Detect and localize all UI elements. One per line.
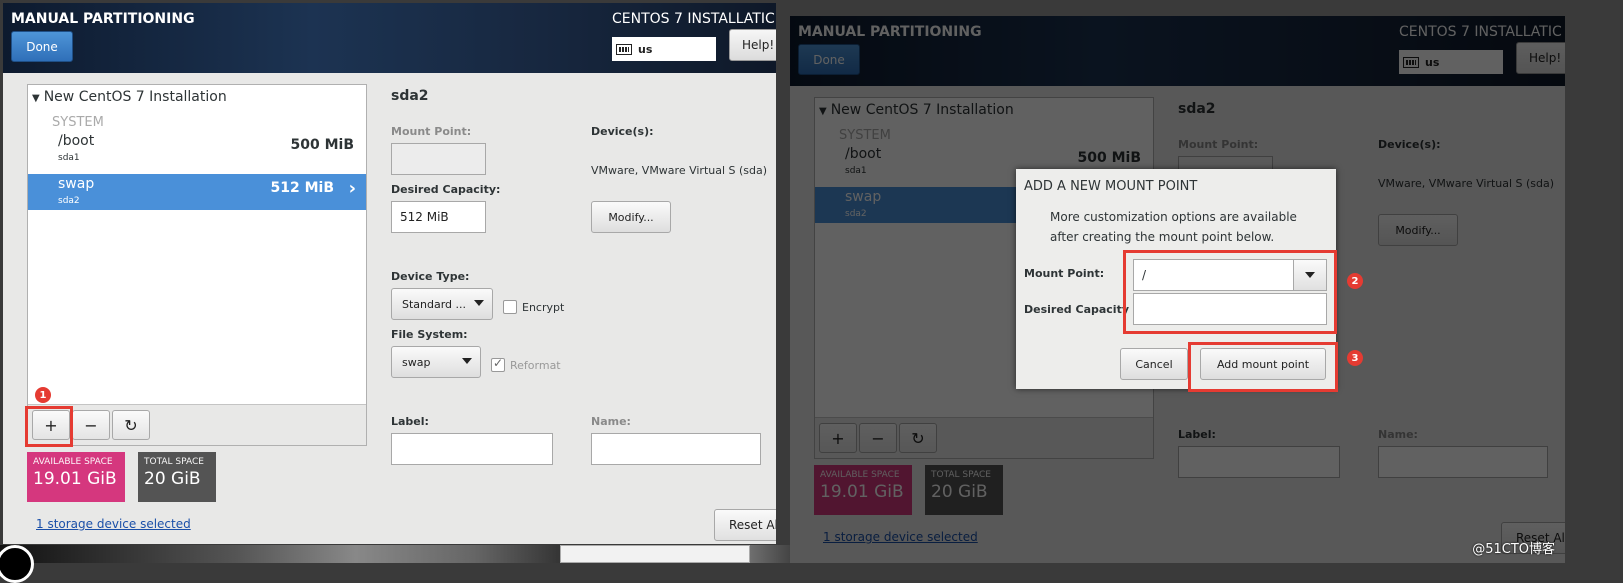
partition-row-boot[interactable]: /boot sda1 500 MiB [28, 131, 366, 167]
installation-label: New CentOS 7 Installation [43, 89, 227, 105]
keyboard-icon [616, 43, 632, 55]
device-type-value: Standard ... [402, 297, 467, 311]
annotation-badge-1: 1 [35, 387, 51, 403]
refresh-icon: ↻ [124, 415, 138, 435]
partition-tree: ▼New CentOS 7 Installation SYSTEM /boot … [27, 84, 367, 446]
partition-mount: /boot [58, 133, 95, 149]
reformat-checkbox[interactable] [491, 356, 505, 372]
dialog-description: More customization options are available… [1050, 210, 1297, 244]
reformat-label: Reformat [510, 359, 561, 372]
annotation-box-add [25, 406, 73, 447]
refresh-button[interactable]: ↻ [112, 410, 150, 440]
total-space-value: 20 GiB [144, 469, 201, 489]
annotation-box-fields [1123, 250, 1337, 334]
storage-device-link[interactable]: 1 storage device selected [36, 517, 191, 531]
desired-capacity-label: Desired Capacity: [391, 183, 501, 196]
mount-point-input[interactable] [391, 143, 486, 175]
right-screen: MANUAL PARTITIONING CENTOS 7 INSTALLATIC… [790, 16, 1565, 563]
desktop-logo-icon [0, 545, 34, 583]
file-system-value: swap [402, 355, 431, 369]
dialog-title: ADD A NEW MOUNT POINT [1024, 179, 1198, 194]
device-type-label: Device Type: [391, 270, 470, 283]
partition-size: 500 MiB [290, 137, 355, 153]
keyboard-layout-indicator[interactable]: us [612, 37, 716, 61]
encrypt-label: Encrypt [522, 301, 565, 314]
done-button[interactable]: Done [11, 31, 73, 62]
dropdown-arrow-icon [462, 358, 472, 364]
partition-device: sda1 [58, 153, 80, 163]
dialog-mount-point-label: Mount Point: [1024, 267, 1105, 280]
desktop-background-strip [0, 545, 790, 563]
cancel-button[interactable]: Cancel [1120, 348, 1188, 380]
expander-triangle-icon: ▼ [32, 93, 40, 104]
partition-size: 512 MiB [270, 180, 335, 196]
annotation-badge-2: 2 [1347, 273, 1363, 289]
help-button[interactable]: Help! [729, 29, 776, 61]
background-window [560, 545, 750, 563]
available-space-box: AVAILABLE SPACE 19.01 GiB [27, 452, 125, 502]
header-bar: MANUAL PARTITIONING CENTOS 7 INSTALLATIC… [3, 3, 776, 73]
installation-expander[interactable]: ▼New CentOS 7 Installation [32, 89, 227, 105]
left-screen: MANUAL PARTITIONING CENTOS 7 INSTALLATIC… [3, 3, 776, 544]
partition-row-swap[interactable]: swap sda2 512 MiB › [28, 174, 366, 210]
dropdown-arrow-icon [474, 300, 484, 306]
system-group-label: SYSTEM [52, 115, 104, 130]
details-title: sda2 [391, 88, 429, 104]
total-space-label: TOTAL SPACE [144, 457, 204, 467]
partition-toolbar: + − ↻ [28, 404, 366, 445]
device-type-select[interactable]: Standard ... [391, 288, 493, 320]
keyboard-layout-text: us [638, 42, 653, 56]
partition-mount: swap [58, 176, 95, 192]
name-field-label: Name: [591, 415, 631, 428]
annotation-badge-3: 3 [1347, 350, 1363, 366]
file-system-select[interactable]: swap [391, 346, 481, 378]
label-field-label: Label: [391, 415, 429, 428]
devices-value: VMware, VMware Virtual S (sda) [591, 164, 768, 177]
total-space-box: TOTAL SPACE 20 GiB [138, 452, 216, 502]
remove-partition-button[interactable]: − [72, 410, 110, 440]
dialog-capacity-label: Desired Capacity [1024, 303, 1130, 316]
file-system-label: File System: [391, 328, 468, 341]
name-input[interactable] [591, 433, 761, 465]
chevron-right-icon: › [348, 178, 356, 199]
modify-button[interactable]: Modify... [591, 201, 671, 233]
page-title: MANUAL PARTITIONING [11, 11, 195, 27]
label-input[interactable] [391, 433, 553, 465]
watermark-text: @51CTO博客 [1472, 542, 1555, 557]
desired-capacity-input[interactable]: 512 MiB [391, 201, 486, 233]
installer-title: CENTOS 7 INSTALLATIC [612, 11, 775, 27]
reset-all-button[interactable]: Reset Al [714, 509, 776, 541]
annotation-box-add-button [1188, 342, 1338, 392]
available-space-label: AVAILABLE SPACE [33, 457, 113, 467]
devices-label: Device(s): [591, 125, 654, 138]
available-space-value: 19.01 GiB [33, 469, 117, 489]
encrypt-checkbox[interactable] [503, 300, 517, 314]
partition-device: sda2 [58, 196, 80, 206]
mount-point-label: Mount Point: [391, 125, 472, 138]
